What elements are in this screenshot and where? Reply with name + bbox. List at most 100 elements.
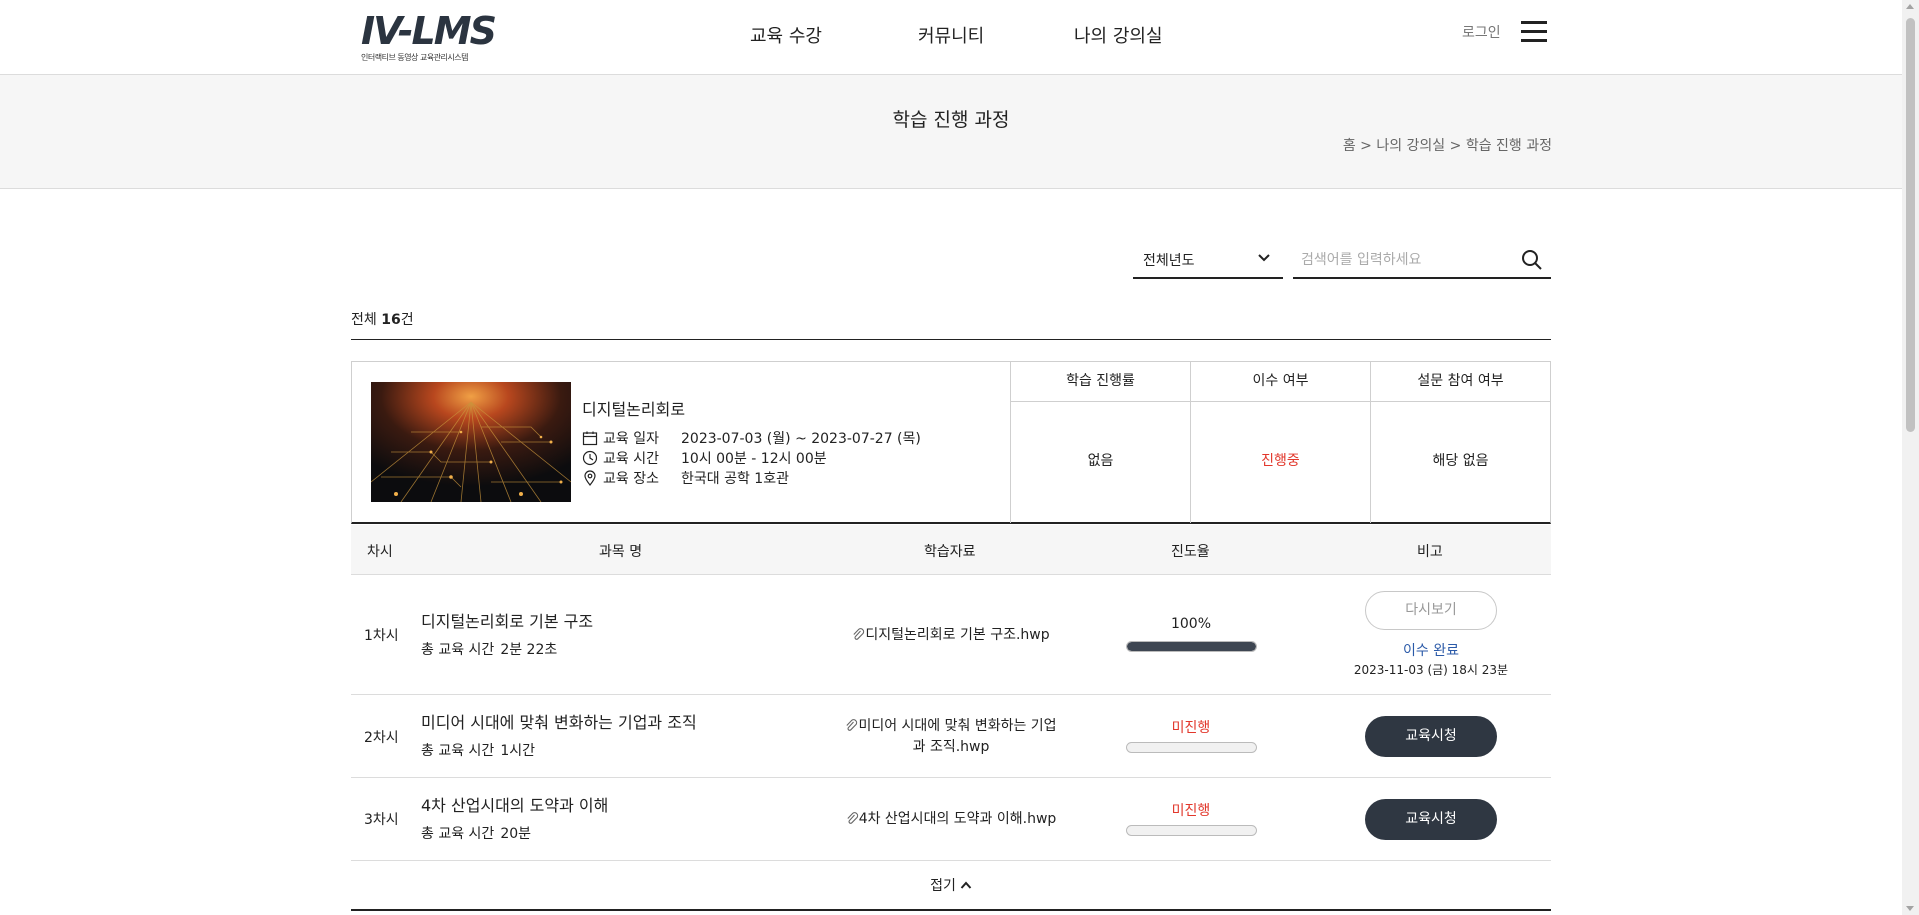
lesson-row: 3차시 4차 산업시대의 도약과 이해 총 교육 시간 20분 4차 산업시대의 … bbox=[351, 778, 1551, 861]
course-time-value: 10시 00분 - 12시 00분 bbox=[681, 451, 827, 467]
stat-value: 진행중 bbox=[1261, 453, 1300, 469]
stat-header: 설문 참여 여부 bbox=[1371, 362, 1550, 402]
search-box bbox=[1293, 243, 1551, 279]
lesson-row: 2차시 미디어 시대에 맞춰 변화하는 기업과 조직 총 교육 시간 1시간 미디… bbox=[351, 695, 1551, 778]
location-pin-icon bbox=[584, 470, 596, 486]
stat-header: 학습 진행률 bbox=[1011, 362, 1190, 402]
lesson-title[interactable]: 미디어 시대에 맞춰 변화하는 기업과 조직 bbox=[421, 709, 697, 733]
course-card: 디지털논리회로 교육 일자 2023-07-03 (월) ~ 2023-07-27… bbox=[351, 361, 1551, 524]
lesson-material-link[interactable]: 4차 산업시대의 도약과 이해.hwp bbox=[836, 809, 1066, 830]
calendar-icon bbox=[582, 431, 598, 446]
total-count: 전체 16건 bbox=[351, 309, 414, 329]
lesson-duration: 총 교육 시간 2분 22초 bbox=[421, 639, 557, 659]
col-session: 차시 bbox=[367, 544, 393, 560]
lesson-number: 2차시 bbox=[364, 730, 399, 746]
fold-toggle[interactable]: 접기 bbox=[351, 861, 1551, 911]
lesson-duration-label: 총 교육 시간 bbox=[421, 642, 495, 658]
review-button[interactable]: 다시보기 bbox=[1365, 591, 1497, 630]
scrollbar-thumb[interactable] bbox=[1906, 18, 1915, 432]
course-date-row: 교육 일자 2023-07-03 (월) ~ 2023-07-27 (목) bbox=[582, 428, 921, 448]
lesson-title[interactable]: 디지털논리회로 기본 구조 bbox=[421, 608, 593, 632]
clock-icon bbox=[582, 450, 598, 466]
material-filename: 디지털논리회로 기본 구조.hwp bbox=[865, 627, 1050, 643]
nav-course-enroll[interactable]: 교육 수강 bbox=[750, 22, 822, 48]
course-title[interactable]: 디지털논리회로 bbox=[582, 396, 685, 420]
search-icon[interactable] bbox=[1521, 249, 1543, 271]
progress-bar bbox=[1126, 825, 1257, 836]
course-place-label: 교육 장소 bbox=[603, 471, 659, 487]
material-filename: 4차 산업시대의 도약과 이해.hwp bbox=[858, 811, 1057, 827]
lesson-duration: 총 교육 시간 1시간 bbox=[421, 740, 535, 760]
material-filename: 미디어 시대에 맞춰 변화하는 기업 bbox=[858, 718, 1057, 734]
lesson-table-header: 차시 과목 명 학습자료 진도율 비고 bbox=[351, 525, 1551, 575]
year-select-value: 전체년도 bbox=[1143, 253, 1195, 269]
total-prefix: 전체 bbox=[351, 312, 382, 328]
material-filename-cont: 과 조직.hwp bbox=[912, 739, 990, 755]
progress-text: 미진행 bbox=[1171, 803, 1211, 819]
course-time-label: 교육 시간 bbox=[603, 451, 659, 467]
vertical-scrollbar[interactable] bbox=[1902, 0, 1919, 915]
search-input[interactable] bbox=[1301, 247, 1511, 273]
progress-text: 미진행 bbox=[1171, 720, 1211, 736]
lesson-duration-value: 20분 bbox=[500, 826, 532, 842]
stat-completion: 이수 여부 진행중 bbox=[1190, 362, 1370, 523]
fold-label-wrap: 접기 bbox=[930, 875, 972, 895]
col-subject: 과목 명 bbox=[599, 544, 643, 560]
paperclip-icon bbox=[853, 628, 865, 640]
lesson-duration-label: 총 교육 시간 bbox=[421, 743, 495, 759]
divider bbox=[351, 339, 1551, 340]
chevron-up-icon bbox=[960, 881, 972, 889]
course-thumbnail[interactable] bbox=[371, 382, 571, 502]
site-header: IV-LMS 인터랙티브 동영상 교육관리시스템 교육 수강 커뮤니티 나의 강… bbox=[0, 0, 1902, 75]
watch-button[interactable]: 교육시청 bbox=[1365, 799, 1497, 840]
progress-bar bbox=[1126, 641, 1257, 652]
nav-my-classroom[interactable]: 나의 강의실 bbox=[1074, 22, 1163, 48]
circuit-board-image bbox=[371, 382, 571, 502]
completion-date: 2023-11-03 (금) 18시 23분 bbox=[1353, 663, 1509, 677]
stat-survey: 설문 참여 여부 해당 없음 bbox=[1370, 362, 1550, 523]
page-title: 학습 진행 과정 bbox=[892, 109, 1010, 131]
year-select[interactable]: 전체년도 bbox=[1133, 243, 1283, 279]
course-place-value: 한국대 공학 1호관 bbox=[681, 471, 789, 487]
lesson-title[interactable]: 4차 산업시대의 도약과 이해 bbox=[421, 792, 608, 816]
scroll-up-arrow-icon[interactable] bbox=[1906, 4, 1914, 9]
course-time-row: 교육 시간 10시 00분 - 12시 00분 bbox=[582, 448, 827, 468]
lesson-material-link[interactable]: 디지털논리회로 기본 구조.hwp bbox=[836, 625, 1066, 646]
course-date-value: 2023-07-03 (월) ~ 2023-07-27 (목) bbox=[681, 431, 921, 447]
fold-label: 접기 bbox=[930, 878, 956, 894]
col-material: 학습자료 bbox=[924, 544, 976, 560]
lesson-number: 3차시 bbox=[364, 812, 399, 828]
completion-status: 이수 완료 bbox=[1403, 643, 1459, 659]
hamburger-icon[interactable] bbox=[1521, 21, 1547, 43]
stat-value: 없음 bbox=[1087, 453, 1114, 469]
paperclip-icon bbox=[847, 812, 858, 824]
watch-button[interactable]: 교육시청 bbox=[1365, 716, 1497, 757]
paperclip-icon bbox=[846, 719, 858, 731]
lesson-material-link[interactable]: 미디어 시대에 맞춰 변화하는 기업과 조직.hwp bbox=[836, 716, 1066, 758]
page: IV-LMS 인터랙티브 동영상 교육관리시스템 교육 수강 커뮤니티 나의 강… bbox=[0, 0, 1919, 915]
lesson-number: 1차시 bbox=[364, 628, 399, 644]
login-link[interactable]: 로그인 bbox=[1462, 22, 1501, 42]
chevron-down-icon bbox=[1258, 254, 1270, 262]
lesson-duration-label: 총 교육 시간 bbox=[421, 826, 495, 842]
progress-fill bbox=[1127, 642, 1256, 651]
progress-bar bbox=[1126, 742, 1257, 753]
logo[interactable]: IV-LMS 인터랙티브 동영상 교육관리시스템 bbox=[361, 9, 497, 63]
nav-community[interactable]: 커뮤니티 bbox=[918, 22, 984, 48]
title-band: 학습 진행 과정 홈 > 나의 강의실 > 학습 진행 과정 bbox=[0, 75, 1902, 189]
scroll-down-arrow-icon[interactable] bbox=[1906, 906, 1914, 911]
lesson-duration-value: 1시간 bbox=[500, 743, 535, 759]
stat-progress-rate: 학습 진행률 없음 bbox=[1010, 362, 1190, 523]
progress-text: 100% bbox=[1170, 616, 1212, 632]
total-number: 16 bbox=[381, 312, 401, 328]
lesson-duration: 총 교육 시간 20분 bbox=[421, 823, 531, 843]
logo-text: IV-LMS bbox=[361, 9, 497, 53]
logo-subtitle: 인터랙티브 동영상 교육관리시스템 bbox=[361, 53, 468, 62]
breadcrumb: 홈 > 나의 강의실 > 학습 진행 과정 bbox=[1342, 138, 1552, 154]
course-date-label: 교육 일자 bbox=[603, 431, 659, 447]
col-progress: 진도율 bbox=[1171, 544, 1210, 560]
lesson-row: 1차시 디지털논리회로 기본 구조 총 교육 시간 2분 22초 디지털논리회로 … bbox=[351, 575, 1551, 695]
stat-header: 이수 여부 bbox=[1191, 362, 1370, 402]
lesson-duration-value: 2분 22초 bbox=[500, 642, 558, 658]
stat-value: 해당 없음 bbox=[1432, 453, 1489, 469]
